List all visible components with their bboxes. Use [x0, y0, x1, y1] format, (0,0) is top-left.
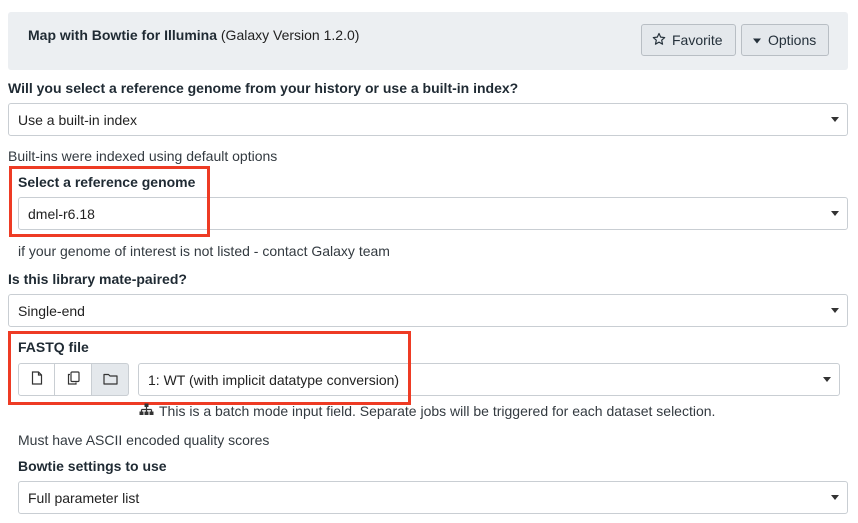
favorite-label: Favorite	[672, 32, 723, 48]
options-label: Options	[768, 32, 817, 48]
batch-mode-note: This is a batch mode input field. Separa…	[139, 403, 715, 419]
tool-header: Map with Bowtie for Illumina (Galaxy Ver…	[8, 12, 848, 70]
bowtie-settings-label: Bowtie settings to use	[18, 458, 167, 474]
reference-source-label: Will you select a reference genome from …	[8, 80, 519, 96]
caret-down-icon	[831, 308, 839, 313]
reference-genome-help: if your genome of interest is not listed…	[18, 243, 390, 259]
fastq-help: Must have ASCII encoded quality scores	[18, 432, 270, 448]
reference-source-help: Built-ins were indexed using default opt…	[8, 148, 278, 164]
caret-down-icon	[831, 495, 839, 500]
reference-source-value: Use a built-in index	[18, 111, 138, 128]
bowtie-settings-value: Full parameter list	[28, 489, 140, 506]
highlight-box-fastq	[8, 331, 411, 405]
library-type-select[interactable]: Single-end	[8, 294, 848, 327]
star-icon	[652, 32, 666, 49]
caret-down-icon	[831, 117, 839, 122]
sitemap-icon	[139, 403, 154, 419]
tool-title: Map with Bowtie for Illumina (Galaxy Ver…	[28, 27, 359, 43]
tool-version: (Galaxy Version 1.2.0)	[220, 27, 360, 43]
favorite-button[interactable]: Favorite	[641, 24, 736, 56]
batch-mode-text: This is a batch mode input field. Separa…	[159, 403, 716, 419]
highlight-box-reference-genome	[9, 166, 210, 237]
reference-source-select[interactable]: Use a built-in index	[8, 103, 848, 136]
options-button[interactable]: Options	[741, 24, 829, 56]
caret-down-icon	[831, 211, 839, 216]
caret-down-icon	[823, 377, 831, 382]
library-type-label: Is this library mate-paired?	[8, 271, 187, 287]
caret-down-icon	[752, 32, 762, 48]
bowtie-settings-select[interactable]: Full parameter list	[18, 481, 848, 514]
tool-name: Map with Bowtie for Illumina	[28, 27, 217, 43]
library-type-value: Single-end	[18, 302, 85, 319]
